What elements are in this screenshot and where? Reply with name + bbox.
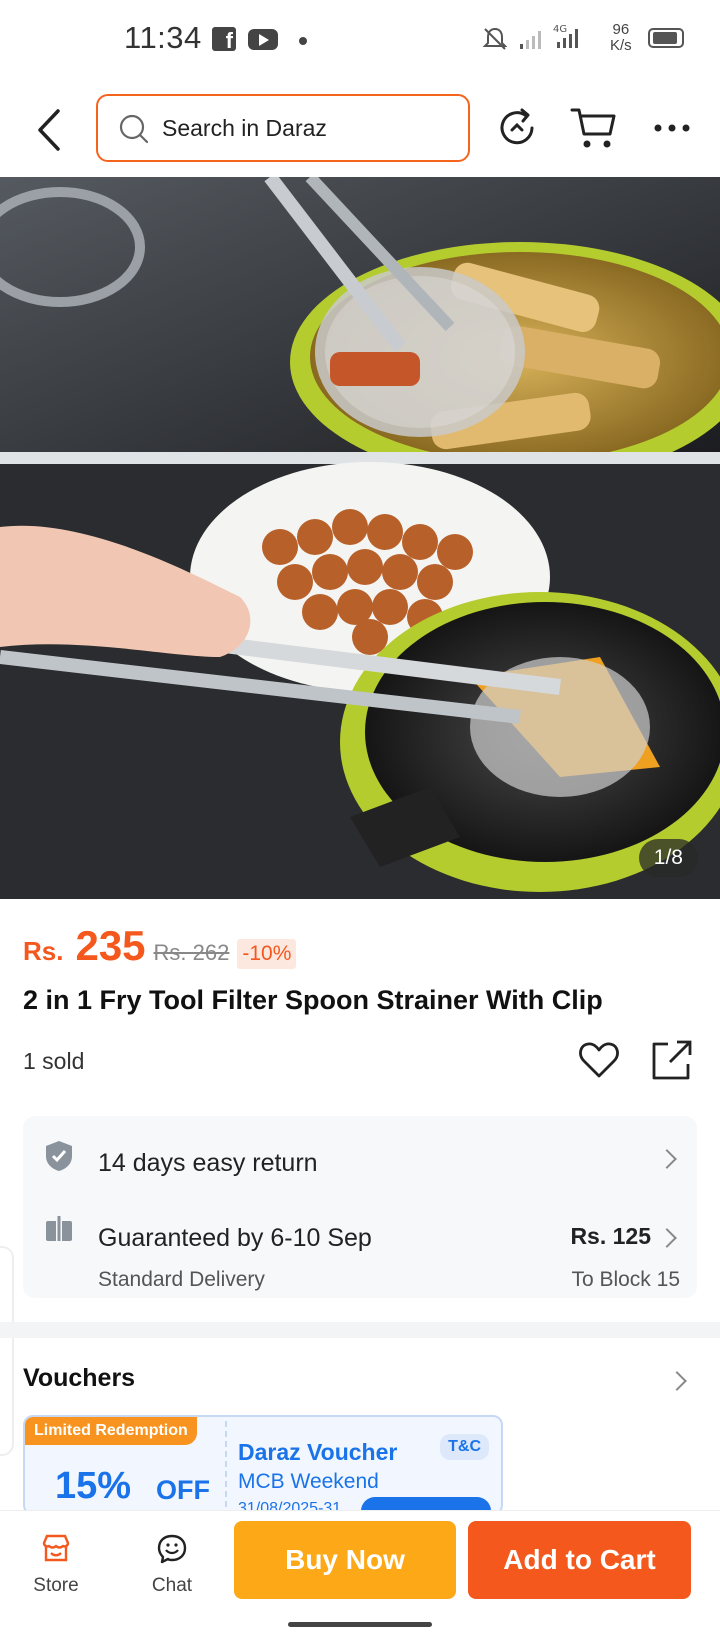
facebook-icon: f [212, 27, 236, 53]
signal-4g-icon: 4G [553, 24, 578, 48]
network-speed: 96 K/s [610, 22, 632, 54]
share-icon[interactable] [650, 1038, 694, 1082]
product-image [0, 177, 720, 899]
speed-unit: K/s [610, 37, 632, 54]
top-header: Search in Daraz [0, 80, 720, 177]
limited-redemption-badge: Limited Redemption [25, 1417, 197, 1445]
side-drawer-handle[interactable] [0, 1246, 14, 1456]
voucher-card[interactable]: Limited Redemption 15% OFF Daraz Voucher… [23, 1415, 503, 1515]
search-input[interactable]: Search in Daraz [96, 94, 470, 162]
status-bar: 11:34 f 4G 96 K/s [0, 0, 720, 80]
search-placeholder: Search in Daraz [162, 115, 327, 141]
voucher-percent: 15% [55, 1465, 132, 1507]
terms-button[interactable]: T&C [440, 1434, 489, 1460]
service-card: 14 days easy return Guaranteed by 6-10 S… [23, 1116, 697, 1298]
voucher-divider [225, 1421, 227, 1513]
product-image-gallery[interactable]: 1/8 [0, 177, 720, 899]
current-price: 235 [75, 922, 146, 969]
svg-text:4G: 4G [553, 24, 567, 35]
home-indicator[interactable] [288, 1622, 432, 1627]
section-divider [0, 1322, 720, 1338]
vouchers-heading: Vouchers [23, 1364, 136, 1392]
delivery-row[interactable]: Guaranteed by 6-10 Sep Standard Delivery… [23, 1196, 697, 1298]
store-label: Store [33, 1575, 79, 1596]
search-icon [119, 114, 149, 144]
speed-value: 96 [612, 21, 630, 38]
delivery-guarantee: Guaranteed by 6-10 Sep [98, 1224, 372, 1252]
price-row: Rs. 235 Rs. 262 -10% [23, 922, 297, 970]
voucher-name: Daraz Voucher [238, 1439, 398, 1465]
chat-icon [157, 1534, 187, 1564]
youtube-icon [248, 29, 278, 50]
signal-icon [520, 31, 541, 49]
image-counter: 1/8 [638, 839, 698, 877]
discount-badge: -10% [237, 939, 297, 969]
voucher-off-label: OFF [156, 1475, 210, 1505]
notification-dot-icon [299, 37, 307, 45]
chevron-right-icon [657, 1228, 677, 1248]
battery-icon [648, 28, 684, 48]
share-refresh-icon[interactable] [492, 102, 544, 154]
chat-label: Chat [151, 1575, 193, 1596]
store-tab[interactable]: Store [6, 1511, 106, 1611]
add-to-cart-button[interactable]: Add to Cart [468, 1521, 691, 1599]
original-price: Rs. 262 [153, 940, 230, 965]
chat-tab[interactable]: Chat [122, 1511, 222, 1611]
delivery-type: Standard Delivery [98, 1268, 265, 1291]
system-nav-bar [0, 1610, 720, 1640]
delivery-destination: To Block 15 [571, 1268, 680, 1291]
vouchers-chevron-icon[interactable] [667, 1371, 687, 1391]
bottom-action-bar: Store Chat Buy Now Add to Cart [0, 1510, 720, 1610]
return-policy-row[interactable]: 14 days easy return [23, 1116, 697, 1188]
product-title: 2 in 1 Fry Tool Filter Spoon Strainer Wi… [23, 985, 603, 1015]
cart-icon[interactable] [568, 102, 620, 154]
status-time: 11:34 [124, 20, 202, 55]
shield-check-icon [46, 1141, 72, 1171]
delivery-fee: Rs. 125 [570, 1223, 651, 1249]
sold-count: 1 sold [23, 1048, 85, 1074]
currency-label: Rs. [23, 936, 64, 966]
voucher-subtitle: MCB Weekend [238, 1470, 379, 1493]
return-policy-text: 14 days easy return [98, 1149, 318, 1177]
package-icon [46, 1216, 72, 1241]
wishlist-heart-icon[interactable] [578, 1040, 620, 1080]
buy-now-button[interactable]: Buy Now [234, 1521, 456, 1599]
more-icon[interactable] [646, 102, 698, 154]
back-icon[interactable] [30, 105, 70, 155]
mute-icon [482, 27, 508, 50]
store-icon [42, 1534, 70, 1562]
chevron-right-icon [657, 1149, 677, 1169]
